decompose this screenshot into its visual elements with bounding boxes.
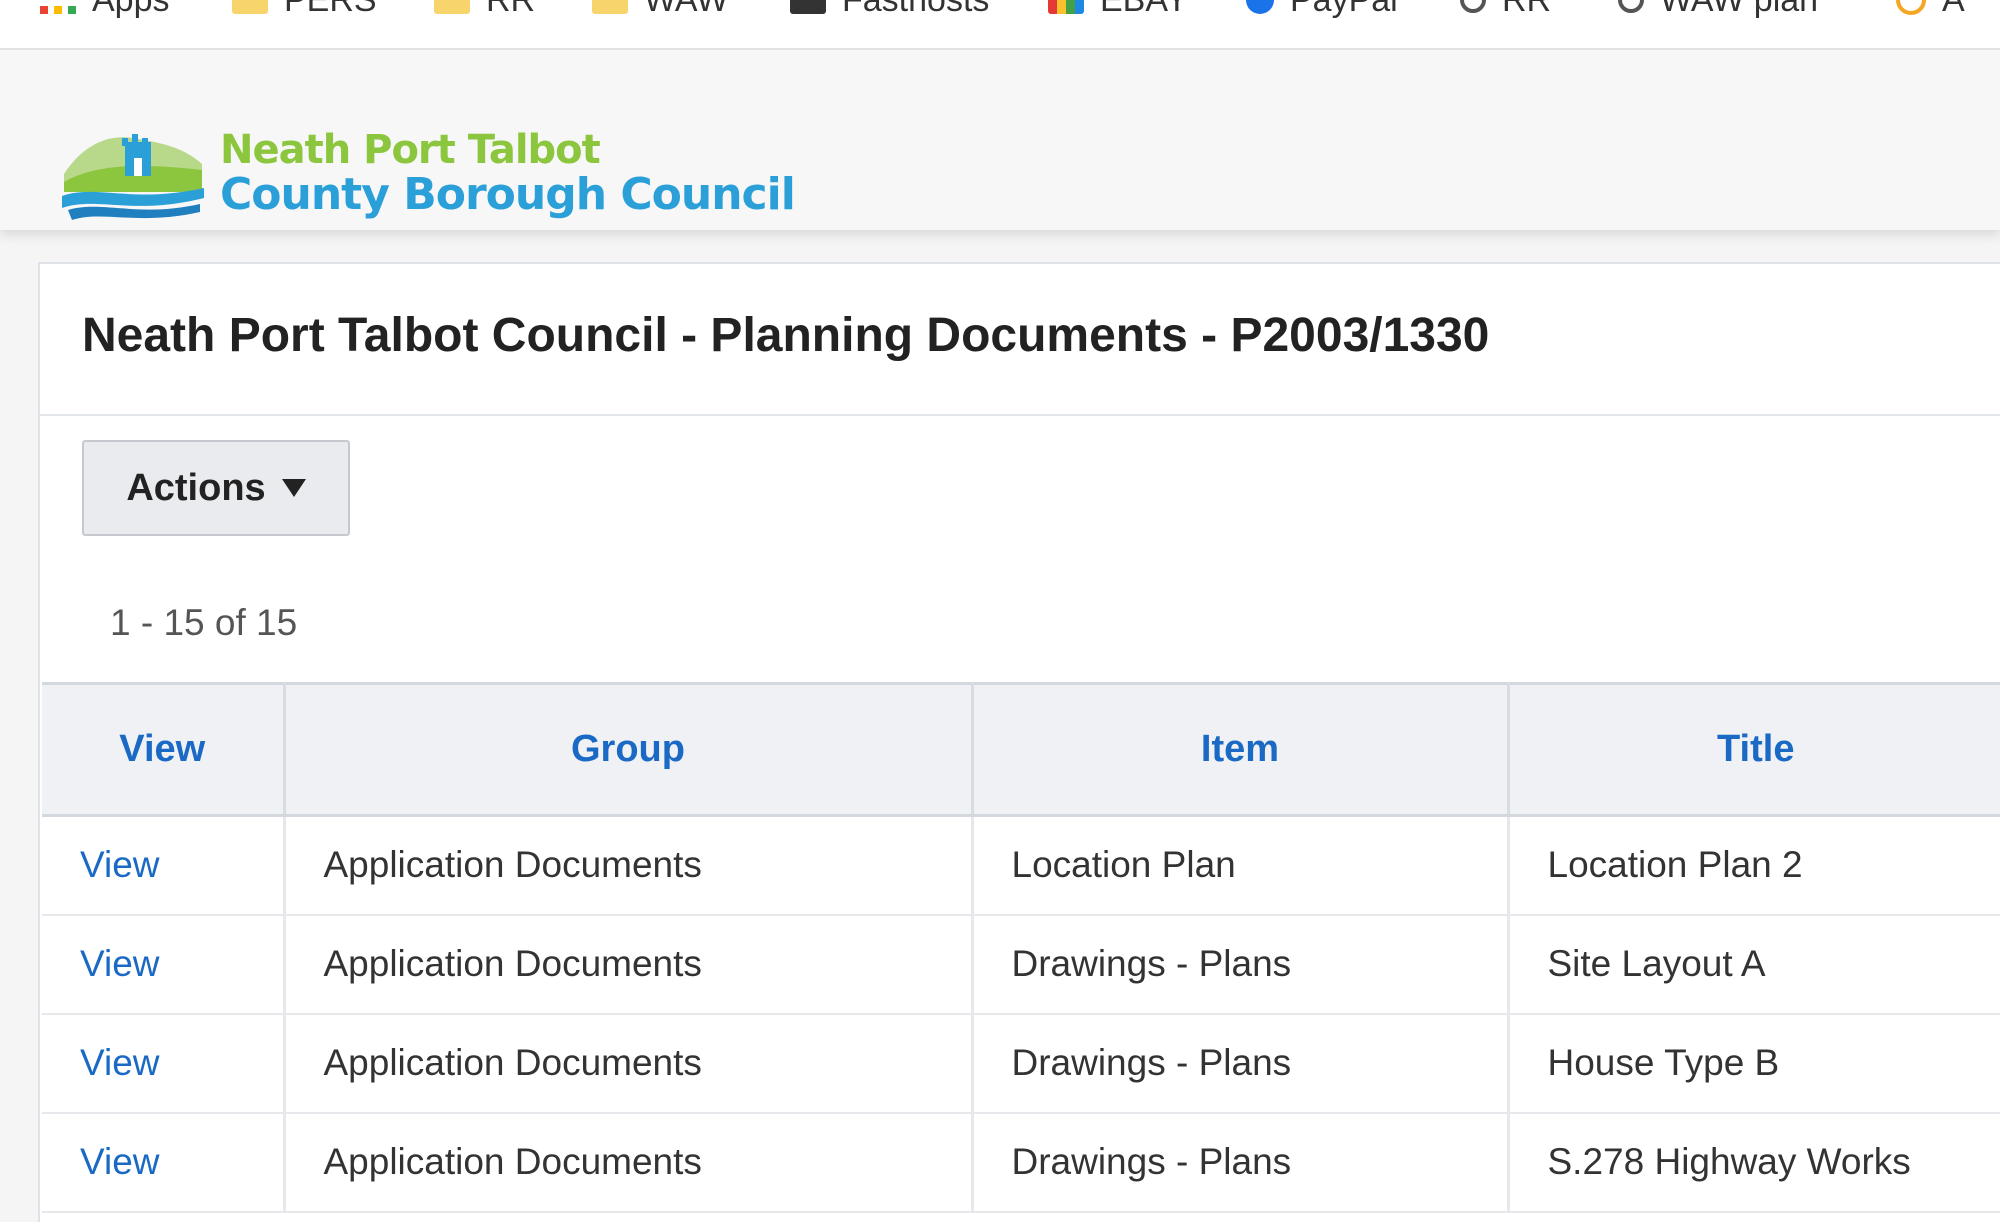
- title-cell: Location Plan 2: [1508, 815, 2000, 916]
- bookmark-label: A: [1942, 0, 1965, 20]
- item-cell: Drawings - Plans: [972, 914, 1510, 1015]
- bookmark-pers[interactable]: PERS: [232, 0, 377, 19]
- council-logo-icon[interactable]: [62, 126, 204, 226]
- bookmark-apps[interactable]: Apps: [40, 0, 170, 19]
- globe-icon: [1460, 0, 1486, 13]
- bookmark-label: Fasthosts: [842, 0, 989, 20]
- folder-icon: [592, 0, 628, 14]
- column-header-title[interactable]: Title: [1508, 682, 2000, 817]
- bookmark-paypal[interactable]: PayPal: [1246, 0, 1398, 19]
- logo-line-1: Neath Port Talbot: [220, 127, 601, 173]
- table-row: View Application Documents Location Plan…: [42, 815, 2000, 916]
- apps-grid-icon: [40, 0, 76, 14]
- view-link[interactable]: View: [80, 1141, 160, 1182]
- bookmark-label: PayPal: [1290, 0, 1398, 20]
- title-cell: House Type B: [1508, 1013, 2000, 1114]
- column-header-item[interactable]: Item: [972, 682, 1510, 817]
- caret-down-icon: [281, 479, 306, 497]
- bookmark-fasthosts[interactable]: Fasthosts: [790, 0, 989, 19]
- bookmark-label: WAW plan: [1660, 0, 1818, 20]
- bookmark-label: Apps: [92, 0, 170, 20]
- group-cell: Application Documents: [284, 1112, 974, 1213]
- bookmark-rr-2[interactable]: RR: [1460, 0, 1551, 19]
- column-header-group[interactable]: Group: [284, 682, 974, 817]
- bookmark-waw-plan[interactable]: WAW plan: [1618, 0, 1818, 19]
- view-link[interactable]: View: [80, 1042, 160, 1083]
- bookmark-waw[interactable]: WAW: [592, 0, 728, 19]
- fasthosts-icon: [790, 0, 826, 14]
- actions-label: Actions: [126, 466, 266, 509]
- item-cell: Location Plan: [972, 815, 1510, 916]
- bookmark-label: PERS: [284, 0, 377, 20]
- council-logo-text[interactable]: Neath Port Talbot County Borough Council: [220, 127, 796, 220]
- folder-icon: [434, 0, 470, 14]
- bookmark-label: RR: [1502, 0, 1551, 20]
- paypal-icon: [1246, 0, 1274, 14]
- site-header: Neath Port Talbot County Borough Council: [0, 50, 2000, 230]
- page-title: Neath Port Talbot Council - Planning Doc…: [82, 309, 1490, 362]
- group-cell: Application Documents: [284, 815, 974, 916]
- bookmark-a[interactable]: A: [1896, 0, 1965, 19]
- pagination-text: 1 - 15 of 15: [110, 602, 298, 643]
- view-cell: View: [42, 1013, 286, 1114]
- amazon-icon: [1896, 0, 1926, 15]
- bookmark-label: RR: [486, 0, 535, 20]
- item-cell: Drawings - Plans: [972, 1112, 1510, 1213]
- view-cell: View: [42, 1112, 286, 1213]
- table-row: View Application Documents Drawings - Pl…: [42, 1112, 2000, 1213]
- logo-line-2: County Borough Council: [220, 169, 796, 220]
- ebay-icon: [1048, 0, 1084, 14]
- view-link[interactable]: View: [80, 943, 160, 984]
- item-cell: Drawings - Plans: [972, 1013, 1510, 1114]
- group-cell: Application Documents: [284, 1013, 974, 1114]
- column-header-view[interactable]: View: [42, 682, 286, 817]
- actions-button[interactable]: Actions: [82, 440, 350, 536]
- bookmark-label: EBAY: [1100, 0, 1188, 20]
- folder-icon: [232, 0, 268, 14]
- documents-panel: Neath Port Talbot Council - Planning Doc…: [38, 262, 2000, 1222]
- globe-icon: [1618, 0, 1644, 13]
- view-cell: View: [42, 815, 286, 916]
- group-cell: Application Documents: [284, 914, 974, 1015]
- documents-table: View Group Item Title View Application D…: [42, 682, 2000, 1213]
- table-header-row: View Group Item Title: [42, 682, 2000, 817]
- table-row: View Application Documents Drawings - Pl…: [42, 1013, 2000, 1114]
- bookmarks-bar: Apps PERS RR WAW Fasthosts EBAY PayPal R…: [0, 0, 2000, 50]
- bookmark-label: WAW: [644, 0, 728, 20]
- view-cell: View: [42, 914, 286, 1015]
- bookmark-rr[interactable]: RR: [434, 0, 535, 19]
- view-link[interactable]: View: [80, 844, 160, 885]
- bookmark-ebay[interactable]: EBAY: [1048, 0, 1188, 19]
- divider: [40, 414, 2000, 416]
- title-cell: S.278 Highway Works: [1508, 1112, 2000, 1213]
- title-cell: Site Layout A: [1508, 914, 2000, 1015]
- table-row: View Application Documents Drawings - Pl…: [42, 914, 2000, 1015]
